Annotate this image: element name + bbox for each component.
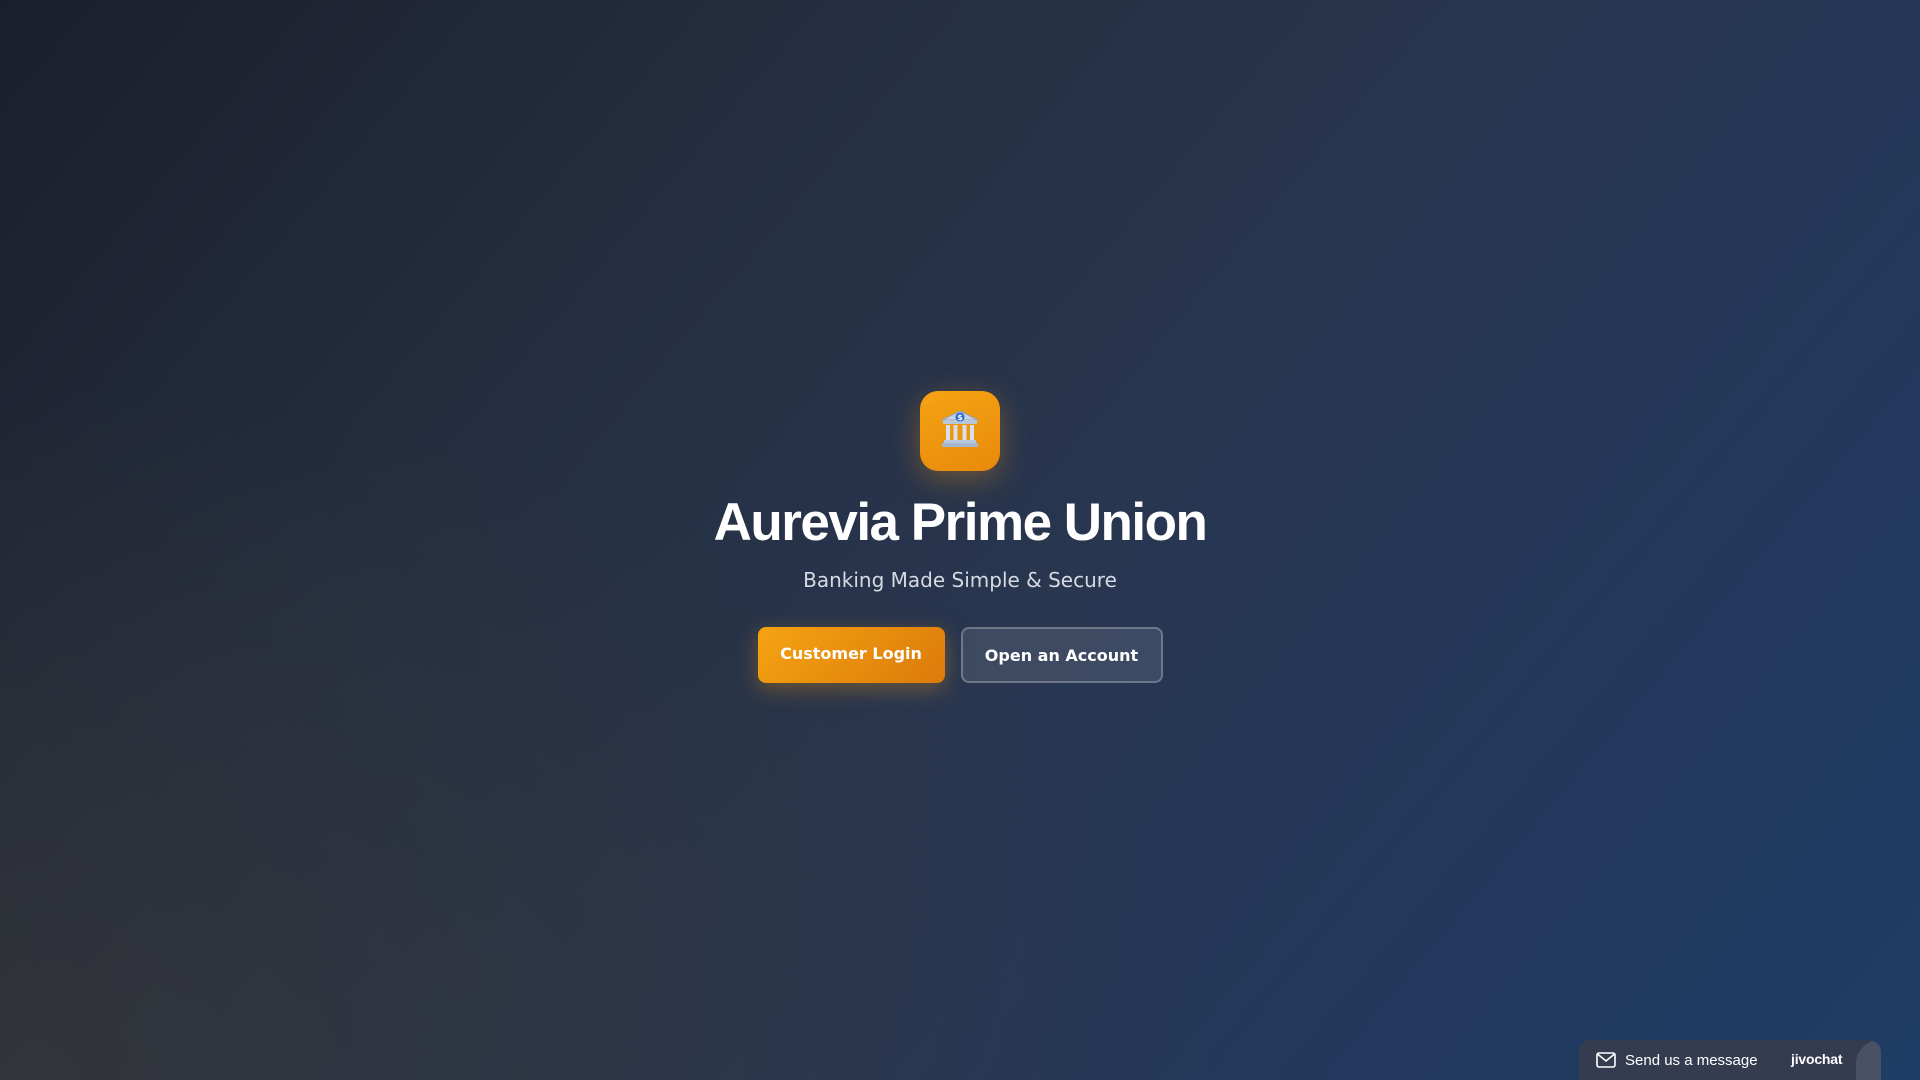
open-account-button[interactable]: Open an Account	[960, 627, 1163, 683]
chat-widget-button[interactable]: Send us a message jivochat	[1579, 1040, 1881, 1080]
svg-text:$: $	[957, 413, 963, 422]
bank-building-icon: $	[938, 407, 982, 456]
bank-logo: $	[920, 391, 1000, 471]
hero-section: $ Aurevia Prime Union Banking Made Simpl…	[0, 391, 1920, 683]
hero-actions: Customer Login Open an Account	[757, 627, 1163, 683]
chat-brand-logo: jivochat	[1791, 1051, 1843, 1067]
chat-widget-corner	[1856, 1040, 1881, 1080]
chat-widget-label: Send us a message	[1625, 1051, 1758, 1069]
mail-icon	[1595, 1051, 1617, 1069]
customer-login-button[interactable]: Customer Login	[757, 627, 945, 683]
page-title: Aurevia Prime Union	[713, 493, 1208, 552]
page-subtitle: Banking Made Simple & Secure	[803, 568, 1117, 592]
